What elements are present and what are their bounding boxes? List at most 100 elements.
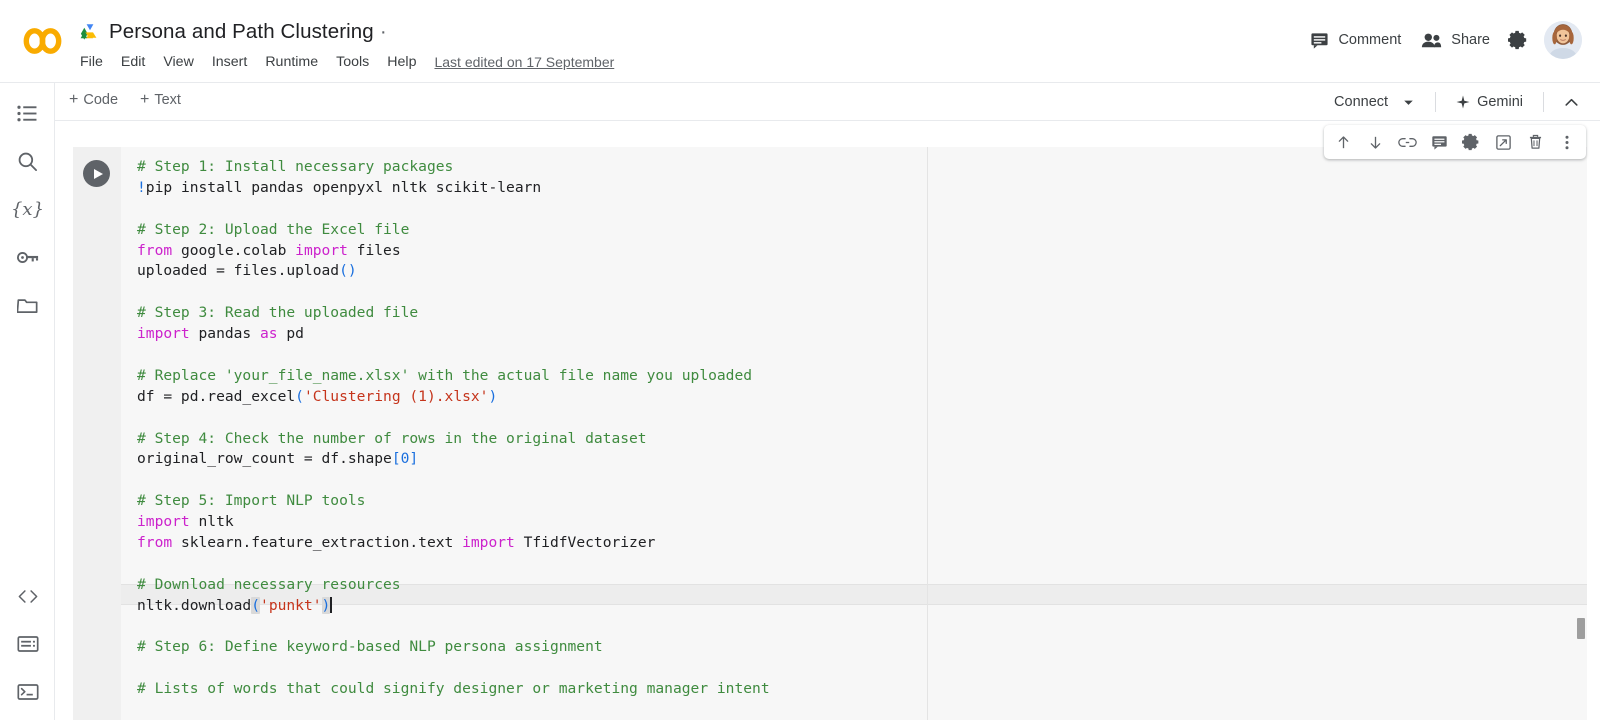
copy-cell-link-button[interactable] xyxy=(1391,128,1423,156)
menu-item-insert[interactable]: Insert xyxy=(212,54,247,70)
cell-gutter xyxy=(73,147,121,720)
gemini-button[interactable]: Gemini xyxy=(1444,89,1535,115)
add-code-cell-button[interactable]: + Code xyxy=(62,90,125,110)
code-token: import xyxy=(137,513,190,531)
menu-item-help[interactable]: Help xyxy=(387,54,416,70)
list-icon xyxy=(17,105,38,122)
text-caret xyxy=(330,596,332,613)
sidebar-bottom-group xyxy=(0,574,55,718)
last-edited-link[interactable]: Last edited on 17 September xyxy=(434,54,614,70)
code-token: import xyxy=(295,241,348,259)
menu-item-runtime[interactable]: Runtime xyxy=(265,54,318,70)
comment-button[interactable]: Comment xyxy=(1300,25,1411,56)
sidebar-item-table-of-contents[interactable] xyxy=(6,91,50,135)
cell-settings-button[interactable] xyxy=(1455,128,1487,156)
mirror-cell-button[interactable] xyxy=(1487,128,1519,156)
connect-button[interactable]: Connect xyxy=(1322,89,1427,115)
share-button[interactable]: Share xyxy=(1411,26,1500,55)
code-token: import xyxy=(137,325,190,343)
sidebar-item-terminal[interactable] xyxy=(6,670,50,714)
play-icon xyxy=(93,168,103,179)
code-token: ! xyxy=(137,178,146,196)
code-token: files xyxy=(347,241,401,259)
comment-icon xyxy=(1431,134,1448,151)
menu-item-tools[interactable]: Tools xyxy=(336,54,369,70)
sidebar-item-variables[interactable]: {x} xyxy=(6,187,50,231)
add-text-cell-button[interactable]: + Text xyxy=(133,90,188,110)
menu-item-view[interactable]: View xyxy=(163,54,194,70)
settings-button[interactable] xyxy=(1500,22,1536,58)
colab-logo[interactable] xyxy=(20,26,66,56)
document-title-row[interactable]: Persona and Path Clustering · xyxy=(80,16,614,48)
code-editor[interactable]: # Step 1: Install necessary packages !pip… xyxy=(121,147,1587,720)
code-line: from google.colab import files xyxy=(137,241,770,262)
key-icon xyxy=(16,251,39,264)
title-block: Persona and Path Clustering · File Edit … xyxy=(80,16,614,73)
command-palette-icon xyxy=(16,636,39,652)
code-token: ( xyxy=(295,387,304,405)
code-token: ) xyxy=(488,387,498,405)
code-line: nltk.download('punkt') xyxy=(137,596,770,617)
code-token: () xyxy=(339,262,357,280)
code-token: import xyxy=(462,534,515,552)
run-cell-button[interactable] xyxy=(83,160,110,187)
move-cell-down-button[interactable] xyxy=(1359,128,1391,156)
cell-action-toolbar xyxy=(1324,125,1586,159)
trash-icon xyxy=(1527,134,1544,151)
delete-cell-button[interactable] xyxy=(1519,128,1551,156)
code-token: as xyxy=(260,325,278,343)
sidebar-item-files[interactable] xyxy=(6,283,50,327)
menu-bar: File Edit View Insert Runtime Tools Help… xyxy=(80,51,614,73)
code-token: nltk xyxy=(189,513,234,531)
code-token: from xyxy=(137,241,173,259)
code-token: ] xyxy=(409,450,419,468)
sidebar-item-command-palette[interactable] xyxy=(6,622,50,666)
header-actions: Comment Share xyxy=(1300,20,1582,60)
open-in-new-icon xyxy=(1495,134,1512,151)
code-token: # Lists of words that could signify desi… xyxy=(137,680,770,698)
add-comment-button[interactable] xyxy=(1423,128,1455,156)
move-cell-up-button[interactable] xyxy=(1327,128,1359,156)
sidebar-item-secrets[interactable] xyxy=(6,235,50,279)
code-token: pip install pandas openpyxl nltk scikit-… xyxy=(145,178,542,196)
page-title: Persona and Path Clustering xyxy=(109,20,374,43)
menu-item-edit[interactable]: Edit xyxy=(121,54,145,70)
gear-icon xyxy=(1508,30,1528,50)
code-line: df = pd.read_excel('Clustering (1).xlsx'… xyxy=(137,387,770,408)
code-token: ) xyxy=(321,596,331,614)
variables-icon: {x} xyxy=(10,198,45,220)
code-line: # Step 2: Upload the Excel file xyxy=(137,220,770,241)
code-content: # Step 1: Install necessary packages !pip… xyxy=(137,157,770,700)
sidebar-item-code-snippets[interactable] xyxy=(6,574,50,618)
code-token: # Step 1: Install necessary packages xyxy=(137,158,454,175)
toolbar-divider xyxy=(1543,92,1544,112)
chevron-down-icon xyxy=(1402,96,1415,109)
code-token: TfidfVectorizer xyxy=(514,534,656,552)
google-drive-icon xyxy=(80,23,100,41)
vertical-scrollbar-thumb[interactable] xyxy=(1577,618,1585,639)
sidebar-item-search[interactable] xyxy=(6,139,50,183)
more-cell-actions-button[interactable] xyxy=(1551,128,1583,156)
gemini-label: Gemini xyxy=(1477,94,1523,110)
gear-icon xyxy=(1462,133,1480,151)
code-token: # Download necessary resources xyxy=(137,575,401,593)
menu-item-file[interactable]: File xyxy=(80,54,103,70)
code-token: original_row_count = df.shape xyxy=(137,450,392,468)
kebab-menu-icon xyxy=(1564,134,1570,151)
folder-icon xyxy=(17,297,38,314)
code-line: uploaded = files.upload() xyxy=(137,261,770,282)
code-brackets-icon xyxy=(17,589,39,604)
code-line: original_row_count = df.shape[0] xyxy=(137,449,770,470)
collapse-toolbar-button[interactable] xyxy=(1556,87,1586,117)
avatar[interactable] xyxy=(1544,21,1582,59)
add-code-label: Code xyxy=(83,92,119,108)
code-token: 'Clustering (1).xlsx' xyxy=(303,387,489,405)
code-cell[interactable]: # Step 1: Install necessary packages !pip… xyxy=(73,147,1587,720)
chevron-up-icon xyxy=(1563,94,1580,111)
code-line: # Step 1: Install necessary packages xyxy=(137,157,770,178)
code-token: google.colab xyxy=(172,241,296,259)
arrow-down-icon xyxy=(1367,134,1384,151)
